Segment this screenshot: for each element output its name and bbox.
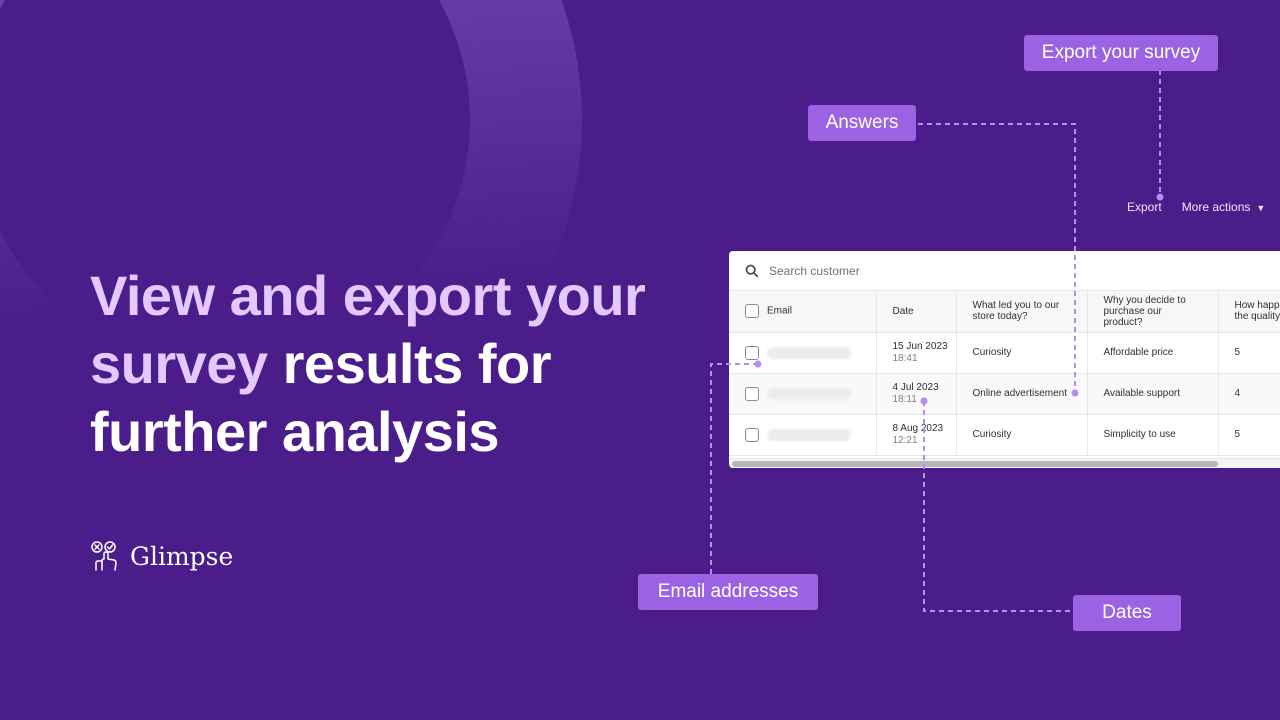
caret-down-icon: ▼ (1256, 203, 1266, 213)
date-cell: 15 Jun 2023 18:41 (876, 332, 957, 374)
time-text: 18:41 (892, 353, 918, 364)
rating-cell: 5 (1218, 414, 1280, 456)
table-row[interactable]: 15 Jun 2023 18:41 Curiosity Affordable pr… (729, 332, 1280, 374)
blurred-email (767, 346, 851, 359)
column-header-q1[interactable]: What led you to our store today? (956, 291, 1088, 333)
brand-logo: Glimpse (90, 540, 233, 572)
email-cell (729, 373, 877, 415)
callout-email-addresses: Email addresses (638, 574, 818, 610)
select-all-checkbox[interactable] (745, 304, 759, 319)
column-label: Email (767, 305, 793, 317)
callout-export-survey: Export your survey (1024, 35, 1218, 71)
email-cell (729, 414, 877, 456)
pointer-hand-icon (91, 541, 117, 571)
horizontal-scrollbar[interactable] (729, 458, 1280, 468)
answer-cell: Affordable price (1087, 332, 1219, 374)
time-text: 12:21 (892, 435, 918, 446)
scrollbar-thumb[interactable] (732, 461, 1218, 467)
rating-cell: 5 (1218, 332, 1280, 374)
column-header-date[interactable]: Date (876, 291, 957, 333)
answer-cell: Available support (1087, 373, 1219, 415)
more-actions-label: More actions (1181, 200, 1251, 214)
more-actions-button[interactable]: More actions ▼ (1182, 200, 1266, 214)
blurred-email (767, 387, 851, 400)
answer-cell: Online advertisement (956, 373, 1088, 415)
column-header-q2[interactable]: Why you decide to purchase our product? (1087, 291, 1219, 333)
email-cell (729, 332, 877, 374)
answer-cell: Curiosity (956, 332, 1088, 374)
table-header-row: Email Date What led you to our store tod… (729, 291, 1280, 333)
row-checkbox[interactable] (745, 427, 759, 442)
answer-cell: Simplicity to use (1087, 414, 1219, 456)
time-text: 18:11 (892, 394, 917, 405)
search-icon (745, 264, 759, 277)
date-text: 4 Jul 2023 (892, 382, 939, 393)
brand-name: Glimpse (130, 541, 234, 571)
callout-dates: Dates (1073, 595, 1181, 631)
date-text: 8 Aug 2023 (892, 423, 944, 434)
answer-cell: Curiosity (956, 414, 1088, 456)
row-checkbox[interactable] (745, 386, 759, 401)
blurred-email (767, 428, 851, 441)
callout-answers: Answers (808, 105, 916, 141)
export-button[interactable]: Export (1127, 200, 1162, 214)
date-text: 15 Jun 2023 (892, 341, 948, 352)
search-bar[interactable]: Search customer (729, 251, 1280, 291)
table-row[interactable]: 8 Aug 2023 12:21 Curiosity Simplicity to … (729, 414, 1280, 456)
search-input[interactable]: Search customer (769, 264, 860, 278)
table-actions-bar: Export More actions ▼ (1127, 200, 1265, 214)
table-row[interactable]: 4 Jul 2023 18:11 Online advertisement Ava… (729, 373, 1280, 415)
results-table: Email Date What led you to our store tod… (729, 291, 1280, 456)
column-header-email[interactable]: Email (729, 291, 877, 333)
date-cell: 4 Jul 2023 18:11 (876, 373, 957, 415)
rating-cell: 4 (1218, 373, 1280, 415)
date-cell: 8 Aug 2023 12:21 (876, 414, 957, 456)
row-checkbox[interactable] (745, 345, 759, 360)
page-headline: View and export your survey results for … (90, 262, 710, 466)
column-header-q3[interactable]: How happ the quality (1218, 291, 1280, 333)
survey-results-table-card: Search customer Email Date What led you … (729, 251, 1280, 468)
